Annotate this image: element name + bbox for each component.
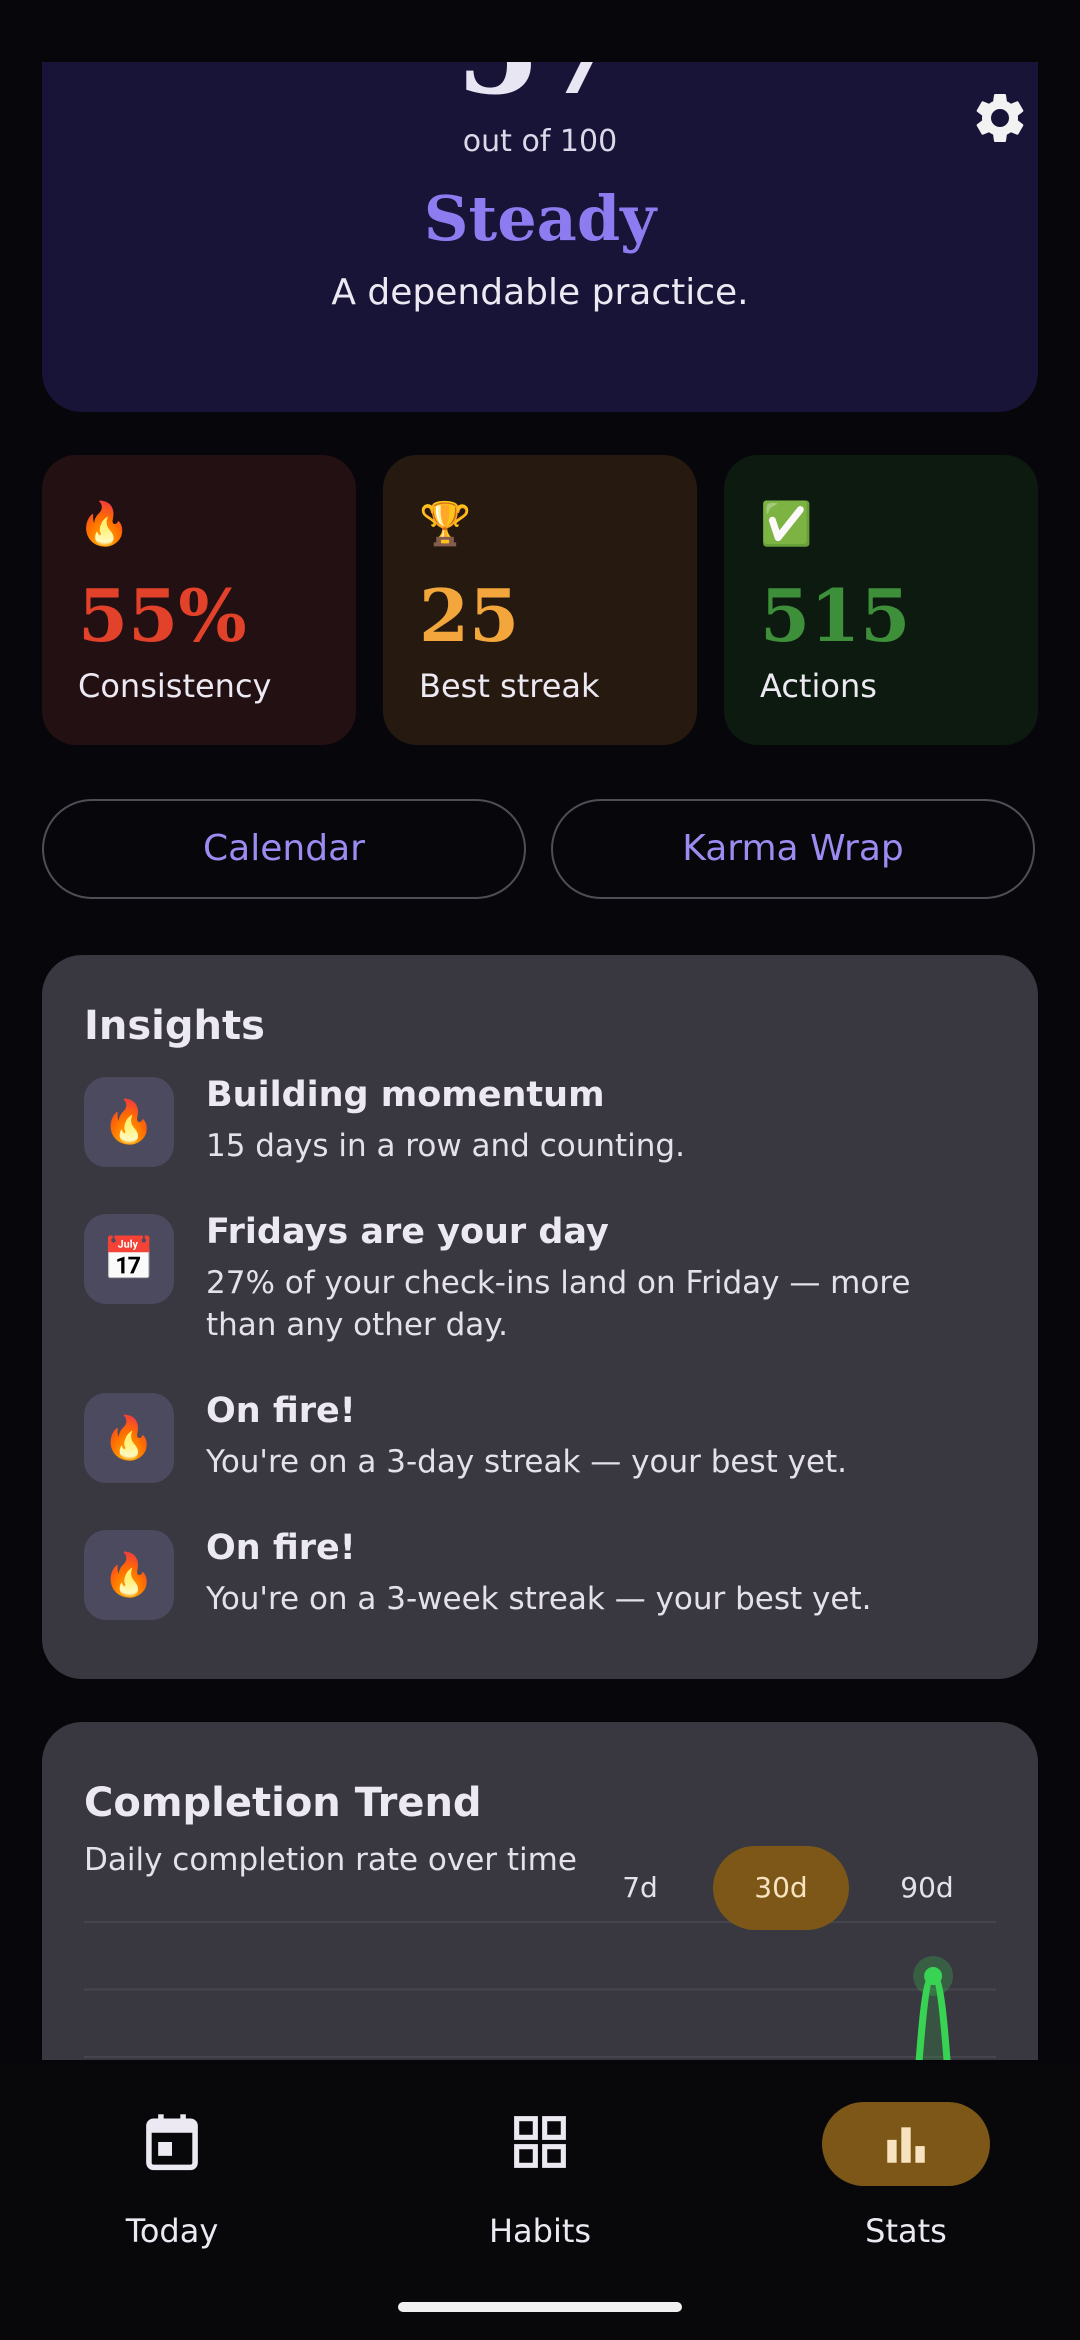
stat-label: Actions (760, 667, 877, 705)
range-90d-button[interactable]: 90d (860, 1846, 994, 1930)
stat-tile-actions: ✅ 515 Actions (724, 455, 1038, 745)
range-7d-button[interactable]: 7d (576, 1846, 704, 1930)
nav-label: Today (125, 2212, 219, 2250)
trend-point (924, 1967, 943, 1985)
stat-label: Best streak (419, 667, 600, 705)
trend-title: Completion Trend (84, 1780, 482, 1826)
range-30d-button[interactable]: 30d (713, 1846, 849, 1930)
completion-trend-card: Completion Trend Daily completion rate o… (42, 1722, 1038, 2060)
stat-value: 515 (760, 573, 911, 658)
bottom-navigation: Today Habits Stats (0, 2066, 1080, 2340)
insight-body: You're on a 3-day streak — your best yet… (206, 1444, 848, 1480)
stat-tile-best-streak: 🏆 25 Best streak (383, 455, 697, 745)
fire-icon: 🔥 (84, 1393, 174, 1483)
fire-icon: 🔥 (84, 1077, 174, 1167)
nav-habits[interactable]: Habits (420, 2102, 660, 2252)
insight-body: 15 days in a row and counting. (206, 1128, 685, 1164)
insight-title: On fire! (206, 1528, 356, 1568)
home-indicator[interactable] (398, 2302, 682, 2312)
nav-label: Stats (865, 2212, 947, 2250)
trophy-icon: 🏆 (419, 499, 472, 548)
gear-icon[interactable] (970, 88, 1030, 148)
calendar-icon (146, 2114, 198, 2171)
score-card: 57 out of 100 Steady A dependable practi… (42, 62, 1038, 412)
insight-body: You're on a 3-week streak — your best ye… (206, 1581, 872, 1617)
score-description: A dependable practice. (331, 272, 749, 313)
stats-scroll-area[interactable]: 57 out of 100 Steady A dependable practi… (0, 62, 1080, 2060)
active-indicator (822, 2102, 990, 2186)
calendar-button[interactable]: Calendar (42, 799, 526, 899)
trend-subtitle: Daily completion rate over time (84, 1842, 577, 1878)
stat-tile-consistency: 🔥 55% Consistency (42, 455, 356, 745)
insights-title: Insights (84, 1003, 265, 1049)
check-icon: ✅ (760, 499, 813, 548)
stat-value: 55% (78, 573, 247, 658)
score-value: 57 (42, 62, 1038, 122)
nav-label: Habits (488, 2212, 592, 2250)
fire-icon: 🔥 (78, 499, 131, 548)
nav-today[interactable]: Today (52, 2102, 292, 2252)
insight-title: Fridays are your day (206, 1212, 609, 1252)
nav-stats[interactable]: Stats (786, 2102, 1026, 2252)
insight-title: On fire! (206, 1391, 356, 1431)
calendar-icon: 📅 (84, 1214, 174, 1304)
status-bar (0, 0, 1080, 62)
score-out-of: out of 100 (462, 124, 618, 159)
score-level: Steady (423, 182, 657, 255)
insight-body: 27% of your check-ins land on Friday — m… (206, 1265, 911, 1343)
grid-icon (514, 2116, 566, 2168)
stat-value: 25 (419, 573, 520, 658)
insight-title: Building momentum (206, 1075, 605, 1115)
insights-card: Insights 🔥 Building momentum 15 days in … (42, 955, 1038, 1679)
karma-wrap-button[interactable]: Karma Wrap (551, 799, 1035, 899)
fire-icon: 🔥 (84, 1530, 174, 1620)
stat-label: Consistency (78, 667, 272, 705)
bar-chart-icon (887, 2127, 925, 2163)
